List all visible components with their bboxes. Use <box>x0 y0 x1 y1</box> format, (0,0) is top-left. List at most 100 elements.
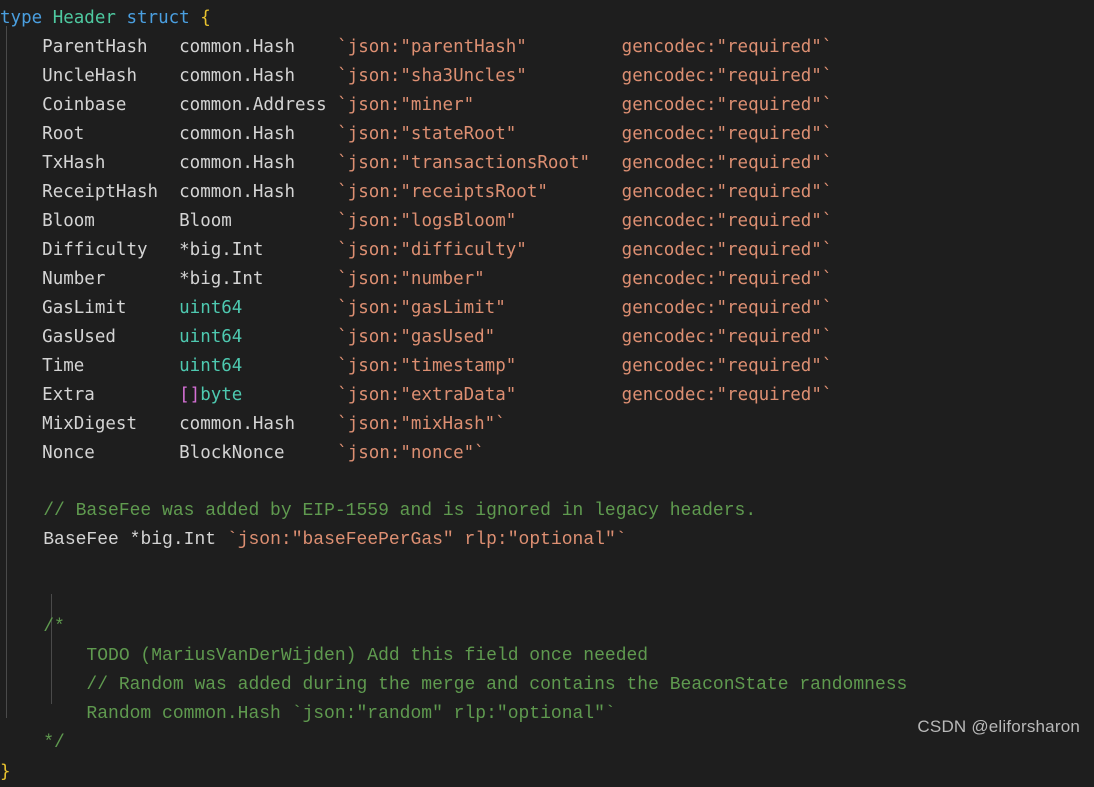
code-line-field[interactable]: Difficulty *big.Int `json:"difficulty" g… <box>0 236 1094 265</box>
field-name: TxHash <box>42 153 180 173</box>
close-brace: } <box>0 762 11 782</box>
field-tag-json: `json:"number" <box>337 269 622 289</box>
code-line-block-comment-text[interactable]: TODO (MariusVanDerWijden) Add this field… <box>0 642 1094 671</box>
field-tag-gencodec: gencodec:"required" <box>621 37 822 57</box>
code-line-field[interactable]: GasUsed uint64 `json:"gasUsed" gencodec:… <box>0 323 1094 352</box>
field-name: Bloom <box>42 211 180 231</box>
code-line-field[interactable]: Root common.Hash `json:"stateRoot" genco… <box>0 120 1094 149</box>
field-tag-json: `json:"difficulty" <box>337 240 622 260</box>
field-tag-json: `json:"nonce"` <box>337 443 485 463</box>
field-tag-gencodec: gencodec:"required" <box>621 240 822 260</box>
field-type: common.Hash <box>179 66 338 86</box>
code-line-field[interactable]: UncleHash common.Hash `json:"sha3Uncles"… <box>0 62 1094 91</box>
field-type: common.Address <box>179 95 338 115</box>
block-comment-body[interactable]: TODO (MariusVanDerWijden) Add this field… <box>0 642 1094 729</box>
field-type: *big.Int <box>179 240 338 260</box>
code-content[interactable]: type Header struct { ParentHash common.H… <box>0 0 1094 787</box>
code-line-basefee-field[interactable]: BaseFee *big.Int `json:"baseFeePerGas" r… <box>0 526 1094 555</box>
field-tag-close: ` <box>821 356 833 376</box>
code-line-field[interactable]: Time uint64 `json:"timestamp" gencodec:"… <box>0 352 1094 381</box>
field-name: Number <box>42 269 180 289</box>
field-type: Bloom <box>179 211 338 231</box>
field-name: Time <box>42 356 180 376</box>
field-tag-close: ` <box>821 211 833 231</box>
block-comment-open: /* <box>43 617 65 637</box>
field-tag-close: ` <box>821 124 833 144</box>
code-line-closing-brace[interactable]: } <box>0 758 1094 787</box>
code-line-field[interactable]: GasLimit uint64 `json:"gasLimit" gencode… <box>0 294 1094 323</box>
field-tag-close: ` <box>821 240 833 260</box>
field-tag-json: `json:"receiptsRoot" <box>337 182 622 202</box>
code-line-block-comment-text[interactable]: // Random was added during the merge and… <box>0 671 1094 700</box>
code-line-basefee-comment[interactable]: // BaseFee was added by EIP-1559 and is … <box>0 497 1094 526</box>
field-type: common.Hash <box>179 124 338 144</box>
code-line-field[interactable]: TxHash common.Hash `json:"transactionsRo… <box>0 149 1094 178</box>
struct-field-list[interactable]: ParentHash common.Hash `json:"parentHash… <box>0 33 1094 468</box>
field-name: UncleHash <box>42 66 180 86</box>
field-name: Coinbase <box>42 95 180 115</box>
keyword-struct: struct <box>126 8 190 28</box>
field-tag-gencodec: gencodec:"required" <box>621 124 822 144</box>
code-line-field[interactable]: Coinbase common.Address `json:"miner" ge… <box>0 91 1094 120</box>
csdn-watermark: CSDN @eliforsharon <box>917 717 1080 736</box>
comment-basefee: // BaseFee was added by EIP-1559 and is … <box>43 501 757 521</box>
field-type: BlockNonce <box>179 443 338 463</box>
field-type: common.Hash <box>179 182 338 202</box>
block-comment-close: */ <box>43 733 65 753</box>
field-tag-json: `json:"parentHash" <box>337 37 622 57</box>
field-tag-json: `json:"sha3Uncles" <box>337 66 622 86</box>
field-tag-gencodec: gencodec:"required" <box>621 385 822 405</box>
block-comment-line: Random common.Hash `json:"random" rlp:"o… <box>86 704 616 724</box>
field-name: GasUsed <box>42 327 180 347</box>
field-type-basefee: *big.Int <box>129 530 217 550</box>
field-type: common.Hash <box>179 37 338 57</box>
code-line-field[interactable]: Extra []byte `json:"extraData" gencodec:… <box>0 381 1094 410</box>
code-line-field[interactable]: ReceiptHash common.Hash `json:"receiptsR… <box>0 178 1094 207</box>
code-line-field[interactable]: Nonce BlockNonce `json:"nonce"` <box>0 439 1094 468</box>
field-type: uint64 <box>179 327 338 347</box>
field-tag-gencodec: gencodec:"required" <box>621 298 822 318</box>
code-line-field[interactable]: MixDigest common.Hash `json:"mixHash"` <box>0 410 1094 439</box>
field-tag-close: ` <box>821 327 833 347</box>
field-name-basefee: BaseFee <box>43 530 119 550</box>
field-name: Root <box>42 124 180 144</box>
field-tag-json: `json:"gasUsed" <box>337 327 622 347</box>
field-name: GasLimit <box>42 298 180 318</box>
code-editor-surface[interactable]: type Header struct { ParentHash common.H… <box>0 0 1094 782</box>
field-tag-gencodec: gencodec:"required" <box>621 269 822 289</box>
code-line-field[interactable]: Number *big.Int `json:"number" gencodec:… <box>0 265 1094 294</box>
field-tag-json: `json:"extraData" <box>337 385 622 405</box>
code-line-struct-declaration[interactable]: type Header struct { <box>0 4 1094 33</box>
field-name: Nonce <box>42 443 180 463</box>
column-spacer <box>242 385 337 405</box>
field-tag-json: `json:"mixHash"` <box>337 414 506 434</box>
code-line-block-comment-open[interactable]: /* <box>0 613 1094 642</box>
field-tag-close: ` <box>821 182 833 202</box>
field-tag-close: ` <box>821 269 833 289</box>
field-type: *big.Int <box>179 269 338 289</box>
code-line-field[interactable]: ParentHash common.Hash `json:"parentHash… <box>0 33 1094 62</box>
field-name: MixDigest <box>42 414 180 434</box>
field-tag-json: `json:"transactionsRoot" <box>337 153 622 173</box>
field-type: uint64 <box>179 356 338 376</box>
field-tag-gencodec: gencodec:"required" <box>621 356 822 376</box>
code-line-field[interactable]: Bloom Bloom `json:"logsBloom" gencodec:"… <box>0 207 1094 236</box>
